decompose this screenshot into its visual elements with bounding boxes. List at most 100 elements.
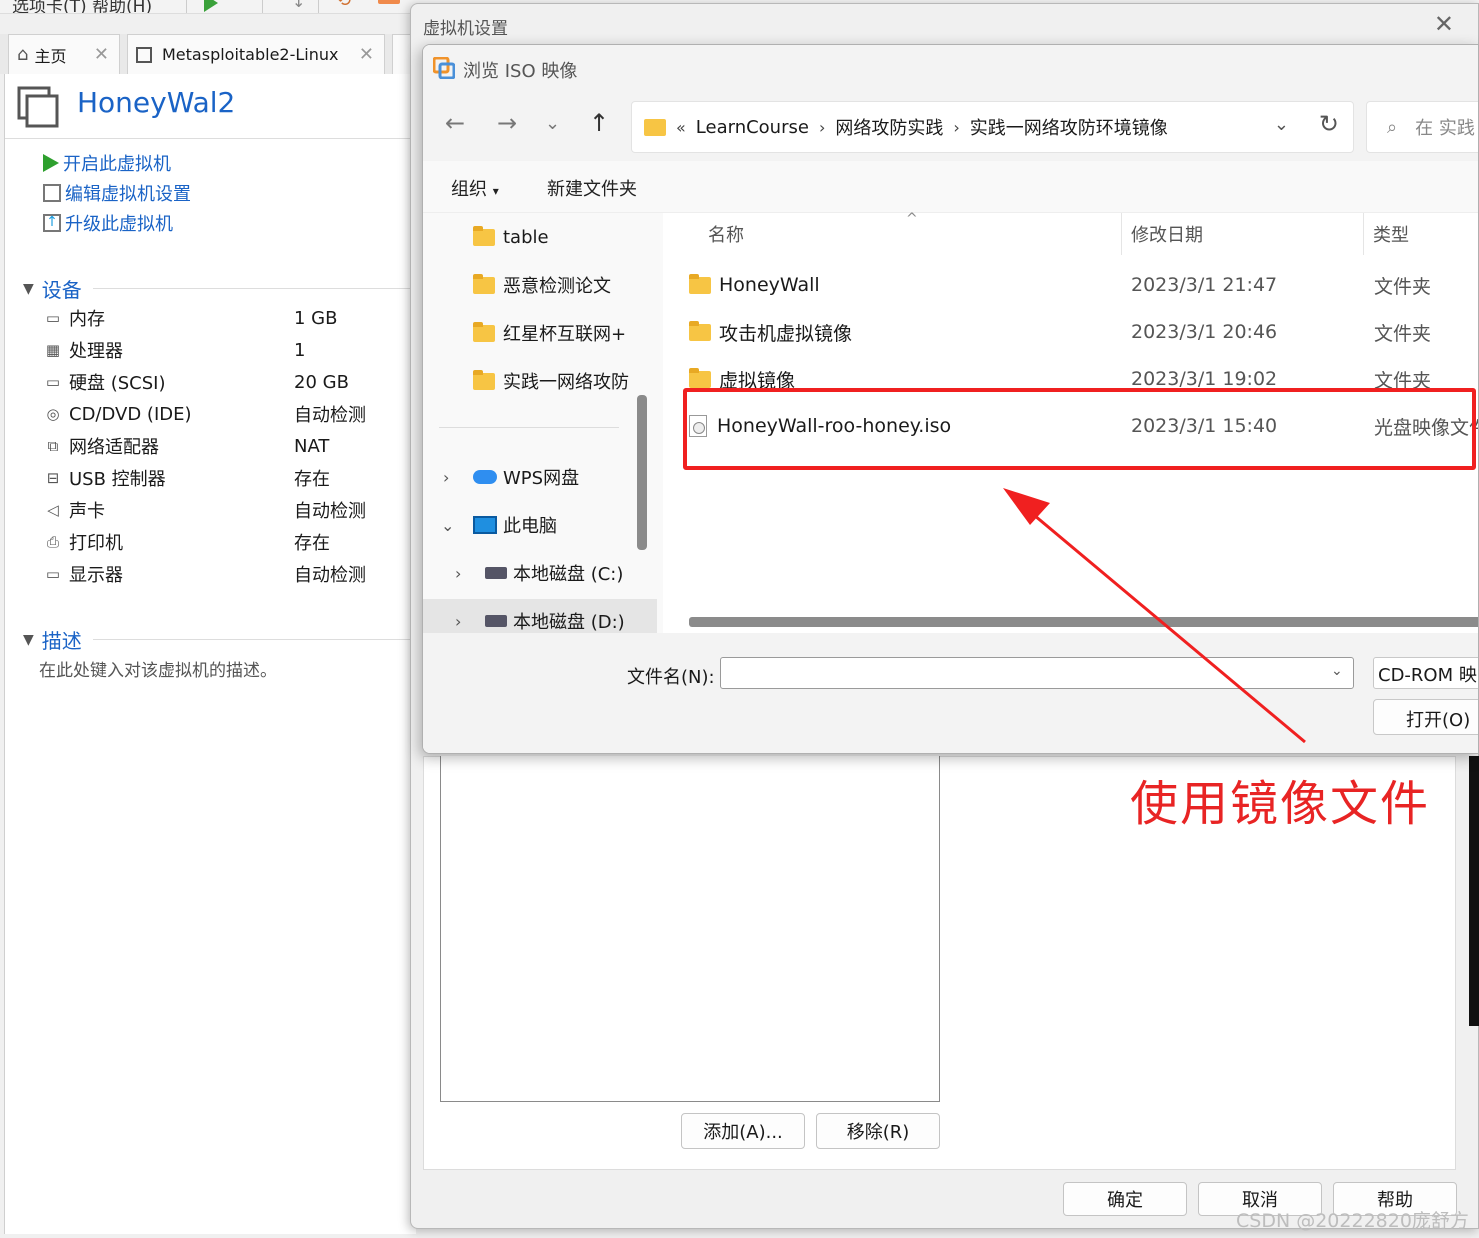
breadcrumb-learncourse[interactable]: LearnCourse xyxy=(696,117,809,138)
upgrade-link[interactable]: ↑ 升级此虚拟机 xyxy=(43,210,173,236)
upgrade-icon: ↑ xyxy=(43,214,61,232)
power-on-link[interactable]: 开启此虚拟机 xyxy=(43,150,171,176)
background-window-edge xyxy=(1469,756,1479,1026)
chevron-down-icon[interactable]: ⌄ xyxy=(1274,114,1289,135)
file-type: 文件夹 xyxy=(1374,275,1432,298)
snapshot-icon[interactable]: ⟲ xyxy=(336,0,351,11)
close-icon[interactable]: ✕ xyxy=(94,44,109,65)
device-row[interactable]: ⊟ USB 控制器 存在 xyxy=(41,464,411,492)
folder-icon xyxy=(689,320,711,341)
device-row[interactable]: ◎ CD/DVD (IDE) 自动检测 xyxy=(41,400,411,428)
column-type[interactable]: 类型 xyxy=(1373,221,1409,247)
column-divider[interactable] xyxy=(1363,213,1364,255)
chevron-down-icon[interactable]: ⌄ xyxy=(1331,663,1343,679)
dropdown-icon[interactable]: ↓ xyxy=(292,0,305,11)
remove-button[interactable]: 移除(R) xyxy=(816,1113,940,1149)
file-row[interactable]: 攻击机虚拟镜像 2023/3/1 20:46 文件夹 xyxy=(689,310,1478,354)
chevron-right-icon[interactable]: › xyxy=(953,118,959,137)
add-button[interactable]: 添加(A)... xyxy=(681,1113,805,1149)
printer-icon: ⎙ xyxy=(46,533,59,551)
address-bar[interactable]: « LearnCourse › 网络攻防实践 › 实践一网络攻防环境镜像 ⌄ ↻ xyxy=(631,101,1354,153)
device-row[interactable]: ⧉ 网络适配器 NAT xyxy=(41,432,411,460)
forward-icon[interactable]: → xyxy=(497,109,517,137)
tree-item-label: 红星杯互联网+ xyxy=(503,324,627,345)
memory-icon: ▭ xyxy=(45,309,61,327)
refresh-icon[interactable]: ↻ xyxy=(1319,110,1339,138)
file-name: HoneyWall xyxy=(719,274,820,296)
expand-icon[interactable]: › xyxy=(443,468,449,487)
chevron-right-icon[interactable]: › xyxy=(819,118,825,137)
breadcrumb-current[interactable]: 实践一网络攻防环境镜像 xyxy=(970,114,1168,140)
menubar-text[interactable]: 选项卡(T) 帮助(H) xyxy=(12,0,152,13)
search-input[interactable]: ⌕ 在 实践 xyxy=(1366,101,1478,153)
expand-icon[interactable]: › xyxy=(455,564,461,583)
upgrade-label: 升级此虚拟机 xyxy=(65,214,173,235)
search-placeholder: 在 实践 xyxy=(1415,118,1475,139)
organize-button[interactable]: 组织 ▾ xyxy=(451,175,499,201)
file-date: 2023/3/1 21:47 xyxy=(1131,274,1278,296)
open-button[interactable]: 打开(O) xyxy=(1373,699,1478,735)
column-divider[interactable] xyxy=(1121,213,1122,255)
tree-item-label: 实践一网络攻防 xyxy=(503,372,629,393)
column-name[interactable]: 名称 xyxy=(708,221,744,247)
speaker-icon: ◁ xyxy=(47,501,59,519)
column-date[interactable]: 修改日期 xyxy=(1131,221,1203,247)
tree-item[interactable]: 红星杯互联网+ xyxy=(423,311,657,355)
tree-item[interactable]: 实践一网络攻防 xyxy=(423,359,657,403)
description-text[interactable]: 在此处键入对该虚拟机的描述。 xyxy=(39,656,277,681)
filename-input[interactable] xyxy=(720,657,1354,689)
device-name: 声卡 xyxy=(69,501,105,522)
folder-icon xyxy=(473,225,495,246)
filetype-select[interactable]: CD-ROM 映 xyxy=(1373,657,1478,689)
tree-item[interactable]: › 本地磁盘 (D:) xyxy=(423,599,657,633)
devices-header: 设备 xyxy=(41,278,82,302)
annotation-text: 使用镜像文件 xyxy=(1130,776,1431,832)
power-on-icon[interactable] xyxy=(204,0,218,12)
tab-home[interactable]: ⌂ 主页 ✕ xyxy=(8,34,120,74)
overflow-icon[interactable]: « xyxy=(676,118,686,137)
recent-dropdown-icon[interactable]: ⌄ xyxy=(545,113,560,134)
settings-list[interactable] xyxy=(440,756,940,1102)
close-icon[interactable]: ✕ xyxy=(359,44,374,65)
device-row[interactable]: ▭ 显示器 自动检测 xyxy=(41,560,411,588)
tree-item[interactable]: table xyxy=(423,215,657,259)
folder-icon xyxy=(689,273,711,294)
device-row[interactable]: ◁ 声卡 自动检测 xyxy=(41,496,411,524)
devices-section-header[interactable]: ▼ 设备 xyxy=(23,274,413,303)
tree-item[interactable]: ⌄ 此电脑 xyxy=(423,503,657,547)
horizontal-scrollbar[interactable] xyxy=(689,617,1478,627)
tree-item-label: 此电脑 xyxy=(503,516,557,537)
edit-settings-label: 编辑虚拟机设置 xyxy=(65,184,191,205)
vm-icon xyxy=(136,46,152,63)
close-icon[interactable]: ✕ xyxy=(1434,10,1454,38)
device-name: USB 控制器 xyxy=(69,469,166,490)
folder-icon xyxy=(473,321,495,342)
edit-settings-link[interactable]: 编辑虚拟机设置 xyxy=(43,180,191,206)
expand-icon[interactable]: › xyxy=(455,612,461,631)
back-icon[interactable]: ← xyxy=(445,109,465,137)
device-row[interactable]: ⎙ 打印机 存在 xyxy=(41,528,411,556)
device-value: 1 GB xyxy=(294,307,338,329)
ok-button[interactable]: 确定 xyxy=(1063,1182,1187,1216)
file-row[interactable]: HoneyWall 2023/3/1 21:47 文件夹 xyxy=(689,263,1478,307)
expand-icon[interactable]: ⌄ xyxy=(441,516,454,535)
description-section-header[interactable]: ▼ 描述 xyxy=(23,625,413,654)
file-name: 攻击机虚拟镜像 xyxy=(719,322,853,345)
tree-item[interactable]: › WPS网盘 xyxy=(423,455,657,499)
tab-metasploitable[interactable]: Metasploitable2-Linux ✕ xyxy=(127,34,385,74)
device-value: 自动检测 xyxy=(294,501,366,522)
device-row[interactable]: ▭ 内存 1 GB xyxy=(41,304,411,332)
toolbar-divider xyxy=(318,0,319,13)
tree-item[interactable]: › 本地磁盘 (C:) xyxy=(423,551,657,595)
device-value: NAT xyxy=(294,435,330,457)
new-folder-button[interactable]: 新建文件夹 xyxy=(547,175,637,201)
device-row[interactable]: ▭ 硬盘 (SCSI) 20 GB xyxy=(41,368,411,396)
device-name: 处理器 xyxy=(69,341,123,362)
up-icon[interactable]: ↑ xyxy=(589,109,609,137)
device-row[interactable]: ▦ 处理器 1 xyxy=(41,336,411,364)
tree-item[interactable]: 恶意检测论文 xyxy=(423,263,657,307)
revert-icon[interactable] xyxy=(378,0,400,4)
filename-label: 文件名(N): xyxy=(627,667,715,688)
breadcrumb-course[interactable]: 网络攻防实践 xyxy=(835,114,943,140)
navigation-bar: ← → ⌄ ↑ « LearnCourse › 网络攻防实践 › 实践一网络攻防… xyxy=(423,91,1478,161)
